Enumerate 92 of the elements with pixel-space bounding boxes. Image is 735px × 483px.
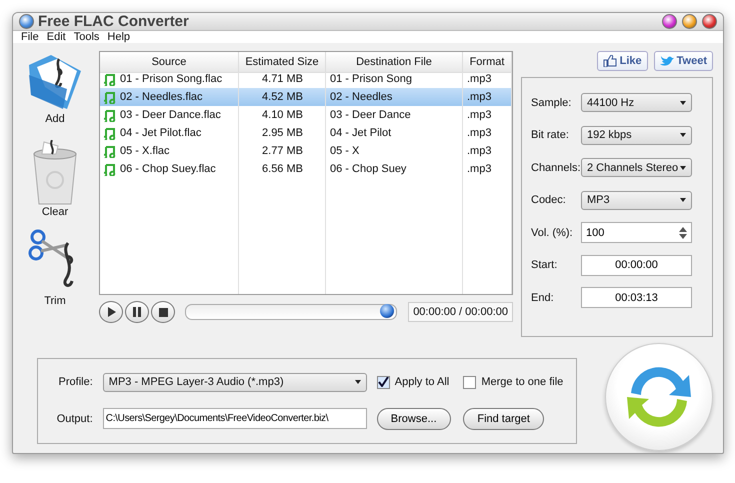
setting-label: Codec: xyxy=(531,194,567,206)
play-icon xyxy=(106,307,116,317)
file-name: 05 - X.flac xyxy=(120,145,170,157)
menu-item[interactable]: Edit xyxy=(42,31,70,43)
menu-item[interactable]: File xyxy=(17,31,43,43)
file-name: 02 - Needles.flac xyxy=(120,91,203,103)
source-cell[interactable]: 02 - Needles.flac xyxy=(100,88,239,106)
source-cell[interactable]: 05 - X.flac xyxy=(100,142,239,160)
destination-cell-text: 03 - Deer Dance xyxy=(329,108,412,123)
window-title: Free FLAC Converter xyxy=(38,13,189,30)
checkbox[interactable] xyxy=(376,376,390,388)
file-name: 06 - Chop Suey.flac xyxy=(120,163,216,175)
menu-item[interactable]: Tools xyxy=(70,31,104,43)
app-icon xyxy=(19,14,34,29)
size-cell: 4.52 MB xyxy=(239,88,326,106)
source-cell[interactable]: 06 - Chop Suey.flac xyxy=(100,160,239,178)
music-note-icon xyxy=(104,108,116,122)
column-header[interactable]: Format xyxy=(463,52,512,73)
file-name: 03 - Deer Dance.flac xyxy=(120,109,221,121)
trim-tool-button[interactable]: Trim xyxy=(28,229,82,318)
stop-icon xyxy=(158,308,168,316)
play-button[interactable] xyxy=(99,301,123,323)
bird-icon xyxy=(660,56,674,66)
seek-thumb[interactable] xyxy=(380,304,394,318)
action-button[interactable]: Browse... xyxy=(376,408,451,430)
music-note-icon xyxy=(104,126,116,140)
checkbox[interactable] xyxy=(463,376,476,388)
menu-item[interactable]: Help xyxy=(103,31,134,43)
music-note-icon xyxy=(104,72,116,86)
profile-dropdown[interactable]: MP3 - MPEG Layer-3 Audio (*.mp3) xyxy=(102,372,367,392)
close-button[interactable] xyxy=(702,14,717,29)
setting-label: Vol. (%): xyxy=(531,226,574,238)
size-cell-text: 2.77 MB xyxy=(261,144,304,159)
setting-label: End: xyxy=(531,292,555,304)
clear-tool-button[interactable]: Clear xyxy=(30,140,80,229)
help-button[interactable] xyxy=(662,14,677,29)
setting-label: Start: xyxy=(531,259,558,271)
size-cell-text: 4.71 MB xyxy=(261,72,304,87)
tweet-button[interactable]: Tweet xyxy=(654,51,713,71)
size-cell-text: 2.95 MB xyxy=(261,126,304,141)
minimize-button[interactable] xyxy=(682,14,697,29)
like-button[interactable]: Like xyxy=(596,51,648,71)
column-header[interactable]: Estimated Size xyxy=(239,52,326,73)
setting-label: Sample: xyxy=(531,96,572,108)
music-note-icon xyxy=(104,162,116,176)
format-cell-text: .mp3 xyxy=(466,126,492,141)
seek-bar[interactable] xyxy=(185,304,397,320)
music-note-icon xyxy=(104,90,116,104)
option-checkbox[interactable]: Merge to one file xyxy=(463,376,566,388)
checkbox-label: Apply to All xyxy=(394,376,450,388)
stop-button[interactable] xyxy=(151,301,175,323)
setting-dropdown[interactable]: 44100 Hz xyxy=(581,93,692,112)
action-button[interactable]: Find target xyxy=(463,408,544,430)
pause-button[interactable] xyxy=(125,301,149,323)
destination-cell-text: 05 - X xyxy=(329,144,360,159)
format-cell: .mp3 xyxy=(463,88,512,106)
checkbox-label: Merge to one file xyxy=(481,376,564,388)
setting-dropdown[interactable]: MP3 xyxy=(581,190,692,210)
pause-icon xyxy=(133,307,141,317)
size-cell-text: 4.10 MB xyxy=(261,108,304,123)
time-display: 00:00:00 / 00:00:00 xyxy=(408,302,513,322)
destination-cell: 02 - Needles xyxy=(326,88,463,106)
output-path-field[interactable]: C:\Users\Sergey\Documents\FreeVideoConverter.biz\ xyxy=(102,408,367,429)
output-label: Output: xyxy=(56,412,93,424)
file-name: 04 - Jet Pilot.flac xyxy=(120,127,202,139)
format-cell-text: .mp3 xyxy=(466,72,492,87)
setting-label: Bit rate: xyxy=(531,129,570,141)
column-header[interactable]: Source xyxy=(100,52,239,73)
source-cell[interactable]: 04 - Jet Pilot.flac xyxy=(100,124,239,142)
format-cell-text: .mp3 xyxy=(466,144,492,159)
destination-cell-text: 01 - Prison Song xyxy=(329,72,413,87)
music-note-icon xyxy=(104,144,116,158)
setting-dropdown[interactable]: 2 Channels Stereo xyxy=(581,158,692,177)
size-cell-text: 6.56 MB xyxy=(261,162,304,177)
column-header[interactable]: Destination File xyxy=(326,52,463,73)
format-cell-text: .mp3 xyxy=(466,162,492,177)
destination-cell-text: 06 - Chop Suey xyxy=(329,162,408,177)
destination-cell-text: 04 - Jet Pilot xyxy=(329,126,392,141)
setting-label: Channels: xyxy=(531,162,581,174)
format-cell-text: .mp3 xyxy=(466,108,492,123)
source-cell[interactable]: 01 - Prison Song.flac xyxy=(100,70,239,88)
setting-dropdown[interactable]: 192 kbps xyxy=(581,126,692,144)
file-name: 01 - Prison Song.flac xyxy=(120,73,222,85)
add-tool-button[interactable]: Add xyxy=(23,51,87,140)
volume-spinner[interactable]: 100 xyxy=(581,222,692,243)
spin-arrows-icon xyxy=(679,226,687,238)
profile-label: Profile: xyxy=(58,376,93,388)
option-checkbox[interactable]: Apply to All xyxy=(376,376,454,388)
source-cell[interactable]: 03 - Deer Dance.flac xyxy=(100,106,239,124)
time-field[interactable]: 00:03:13 xyxy=(581,287,692,308)
thumbs-up-icon xyxy=(602,55,617,67)
time-field[interactable]: 00:00:00 xyxy=(581,254,692,276)
